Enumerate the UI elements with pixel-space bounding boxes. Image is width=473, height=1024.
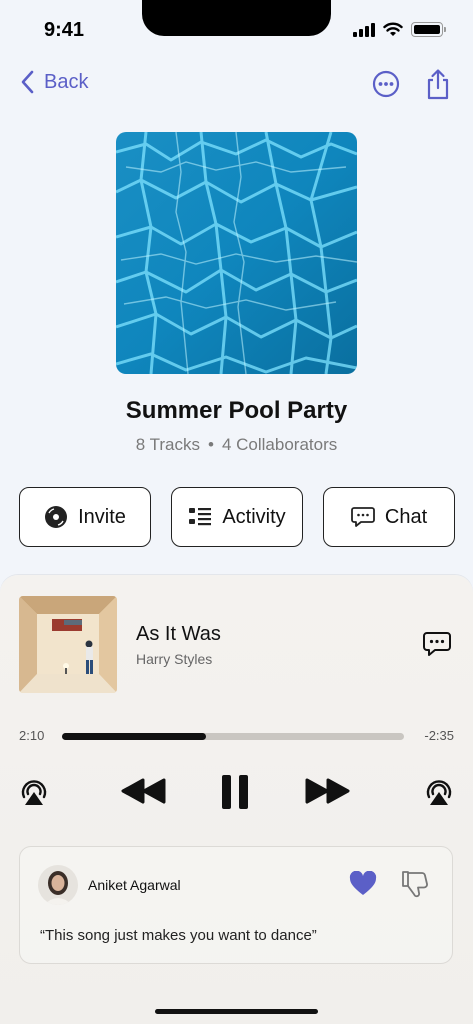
chevron-left-icon: [21, 70, 34, 94]
collaborator-count: 4 Collaborators: [221, 435, 338, 454]
track-artist: Harry Styles: [136, 651, 213, 667]
airplay-right-button[interactable]: [423, 775, 455, 807]
airplay-audio-icon: [426, 780, 452, 805]
track-comment-button[interactable]: [423, 631, 451, 662]
more-options-button[interactable]: [371, 68, 401, 100]
playback-progress: 2:10 -2:35: [19, 727, 454, 747]
fast-forward-button[interactable]: [304, 777, 350, 805]
nav-bar: Back: [0, 64, 473, 108]
remaining-time: -2:35: [424, 728, 454, 743]
vinyl-disc-icon: [45, 506, 68, 528]
comment-username: Aniket Agarwal: [88, 877, 181, 893]
progress-fill: [62, 733, 206, 740]
playlist-title: Summer Pool Party: [125, 397, 348, 424]
airplay-left-button[interactable]: [18, 775, 50, 807]
share-icon: [427, 69, 449, 100]
invite-button[interactable]: Invite: [19, 487, 151, 547]
status-icons: [353, 22, 446, 37]
now-playing-sheet: As It Was Harry Styles 2:10 -2:35 Aniket…: [0, 575, 473, 1024]
battery-icon: [411, 22, 446, 37]
comment-card: Aniket Agarwal “This song just makes you…: [19, 846, 453, 964]
backward-icon: [121, 778, 166, 804]
avatar[interactable]: [38, 865, 78, 905]
playlist-cover-image: [116, 132, 357, 374]
wifi-icon: [383, 22, 403, 36]
share-button[interactable]: [423, 68, 453, 100]
ellipsis-circle-icon: [372, 70, 400, 98]
back-button[interactable]: Back: [20, 70, 88, 94]
track-title: As It Was: [136, 623, 221, 645]
playlist-meta: 8 Tracks • 4 Collaborators: [0, 435, 473, 455]
dislike-button[interactable]: [400, 869, 430, 904]
rewind-button[interactable]: [121, 777, 167, 805]
track-count: 8 Tracks: [135, 435, 200, 454]
activity-button[interactable]: Activity: [171, 487, 303, 547]
cellular-signal-icon: [353, 22, 375, 37]
pause-icon: [222, 775, 248, 809]
status-bar: 9:41: [0, 0, 473, 60]
forward-icon: [305, 778, 350, 804]
chat-bubble-icon: [423, 632, 451, 656]
meta-separator: •: [208, 435, 214, 454]
back-label: Back: [44, 70, 89, 93]
chat-button[interactable]: Chat: [323, 487, 455, 547]
playback-controls: [0, 773, 473, 813]
list-icon: [189, 508, 212, 526]
status-time: 9:41: [44, 19, 85, 41]
chat-label: Chat: [384, 505, 428, 528]
heart-filled-icon: [349, 870, 377, 895]
album-art-image[interactable]: [19, 596, 117, 693]
like-button[interactable]: [349, 870, 377, 902]
airplay-audio-icon: [21, 780, 47, 805]
elapsed-time: 2:10: [19, 728, 45, 743]
activity-label: Activity: [222, 505, 286, 528]
notch: [142, 0, 331, 36]
action-buttons: Invite Activity Chat: [19, 487, 455, 547]
invite-label: Invite: [78, 505, 126, 528]
comment-text: “This song just makes you want to dance”: [40, 927, 317, 944]
pause-button[interactable]: [219, 773, 251, 811]
progress-slider[interactable]: [62, 733, 404, 740]
home-indicator: [155, 1009, 318, 1014]
chat-bubble-icon: [350, 507, 375, 527]
thumbs-down-icon: [402, 871, 428, 898]
